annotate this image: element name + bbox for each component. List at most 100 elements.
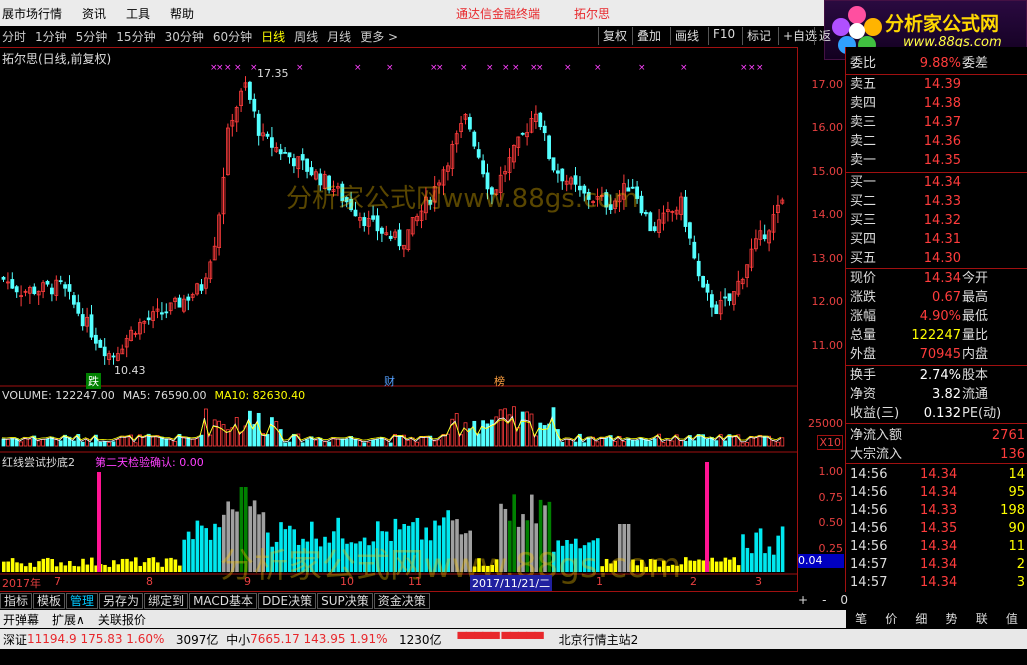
panel-tab-1[interactable]: 价	[885, 610, 897, 628]
buy-2: 买二 14.33	[846, 193, 1027, 211]
period-tab-8[interactable]: 月线	[327, 28, 351, 45]
indicator-tab-7[interactable]: SUP决策	[317, 593, 373, 609]
info-2-label: 涨幅	[850, 309, 877, 324]
period-tab-7[interactable]: 周线	[294, 28, 318, 45]
zoom-controls: + -0	[798, 593, 848, 607]
indicator-tab-8[interactable]: 资金决策	[373, 593, 430, 609]
reset-button[interactable]: 0	[840, 593, 848, 607]
tool-button-2[interactable]: 关联报价	[95, 611, 146, 628]
period-tab-4[interactable]: 30分钟	[165, 28, 204, 45]
sell-2: 卖二 14.36	[846, 133, 1027, 151]
panel-divider	[846, 172, 1027, 173]
panel-tab-5[interactable]: 值	[1006, 610, 1018, 628]
sell-3-value: 14.37	[923, 115, 961, 130]
info2-2: 收益(三) 0.132 PE(动)	[846, 405, 1027, 423]
info-1-label: 涨跌	[850, 290, 877, 305]
y-axis: 17.00 16.00 15.00 14.00 13.00 12.00 11.00 25000…	[798, 47, 846, 592]
vol-scale: X10	[817, 435, 843, 450]
price-tick-5: 12.00	[811, 295, 844, 308]
price-tick-4: 13.00	[811, 252, 844, 265]
info2-0-label: 换手	[850, 368, 877, 383]
x-label-7: 1	[596, 575, 603, 588]
mark-finance[interactable]: 财	[384, 373, 395, 389]
flow-1-label: 大宗流入	[850, 447, 903, 462]
mark-drop[interactable]: 跌	[86, 373, 101, 389]
tick-price: 14.34	[920, 467, 958, 482]
svg-text:×: ×	[536, 63, 544, 73]
wei-bi-label: 委比	[850, 56, 877, 71]
info2-1-extra: 流通	[962, 387, 989, 402]
tick-price: 14.34	[920, 539, 958, 554]
panel-divider	[846, 74, 1027, 75]
tick-volume: 90	[1008, 521, 1025, 536]
tick-time: 14:56	[850, 521, 888, 536]
info-4: 外盘 70945 内盘	[846, 346, 1027, 364]
indicator-header: 红线尝试抄底2 第二天检验确认: 0.00	[2, 456, 204, 469]
panel-tab-2[interactable]: 细	[915, 610, 927, 628]
info-4-label: 外盘	[850, 347, 877, 362]
period-tab-2[interactable]: 5分钟	[76, 28, 108, 45]
indicator-tab-1[interactable]: 模板	[33, 593, 66, 609]
indicator-tab-6[interactable]: DDE决策	[258, 593, 317, 609]
menu-item-1[interactable]: 资讯	[82, 5, 106, 22]
kline-chart-area[interactable]: × × × × × × × × × × × × × × × × × × × × × × × 拓尔思(日线,前复权) 17.3…	[0, 47, 798, 592]
panel-divider	[846, 463, 1027, 464]
indicator-tab-0[interactable]: 指标	[0, 593, 33, 609]
wei-bi-extra: 委差	[962, 56, 989, 71]
info-3-value: 122247	[911, 328, 961, 343]
mark-rank[interactable]: 榜	[494, 373, 505, 389]
period-tab-5[interactable]: 60分钟	[213, 28, 252, 45]
toolbar-button-1[interactable]: 叠加	[632, 27, 665, 45]
quote-panel: 委比 9.88% 委差 卖五 14.39 卖四 14.38 卖三 14.37 卖二 14.36 卖一 1…	[846, 47, 1027, 610]
ind-tick-0: 1.00	[818, 465, 844, 478]
toolbar-button-3[interactable]: F10	[708, 27, 739, 45]
info-0-extra: 今开	[962, 271, 989, 286]
buy-4-value: 14.31	[923, 232, 961, 247]
x-label-9: 3	[755, 575, 762, 588]
svg-text:×: ×	[740, 63, 748, 73]
toolbar-button-6[interactable]: 返	[814, 27, 835, 45]
toolbar-button-0[interactable]: 复权	[598, 27, 631, 45]
sell-4-label: 卖四	[850, 96, 877, 111]
panel-tabs: 笔价细 势联值	[846, 610, 1027, 628]
tick-row: 14:56 14.34 14	[846, 466, 1027, 484]
panel-tab-3[interactable]: 势	[946, 610, 958, 628]
info-0: 现价 14.34 今开	[846, 270, 1027, 288]
sell-2-value: 14.36	[923, 134, 961, 149]
period-tab-1[interactable]: 1分钟	[35, 28, 67, 45]
toolbar-button-2[interactable]: 画线	[670, 27, 703, 45]
panel-tab-0[interactable]: 笔	[855, 610, 867, 628]
indicator-tab-3[interactable]: 另存为	[99, 593, 144, 609]
period-tab-9[interactable]: 更多 >	[360, 28, 398, 45]
indicator-tab-2[interactable]: 管理	[66, 593, 99, 609]
svg-text:×: ×	[512, 63, 520, 73]
toolbar-button-4[interactable]: 标记	[742, 27, 775, 45]
svg-text:×: ×	[224, 63, 232, 73]
menu-item-2[interactable]: 工具	[126, 5, 150, 22]
tick-volume: 198	[1000, 503, 1025, 518]
zoom-in-button[interactable]: +	[798, 593, 808, 607]
svg-text:×: ×	[502, 63, 510, 73]
zoom-out-button[interactable]: -	[822, 593, 826, 607]
info-4-extra: 内盘	[962, 347, 989, 362]
svg-text:×: ×	[216, 63, 224, 73]
info2-0: 换手 2.74% 股本	[846, 367, 1027, 385]
panel-divider	[846, 268, 1027, 269]
svg-text:×: ×	[594, 63, 602, 73]
menu-item-0[interactable]: 展市场行情	[2, 5, 62, 22]
info-0-value: 14.34	[923, 271, 961, 286]
tick-time: 14:56	[850, 503, 888, 518]
indicator-tab-5[interactable]: MACD基本	[189, 593, 258, 609]
tool-button-1[interactable]: 扩展∧	[49, 611, 85, 628]
period-tab-3[interactable]: 15分钟	[116, 28, 155, 45]
tool-button-0[interactable]: 开弹幕	[0, 611, 39, 628]
period-tab-0[interactable]: 分时	[2, 28, 26, 45]
x-label-3: 9	[244, 575, 251, 588]
panel-tab-4[interactable]: 联	[976, 610, 988, 628]
tick-price: 14.34	[920, 575, 958, 590]
period-tab-6[interactable]: 日线	[261, 28, 285, 45]
menu-item-3[interactable]: 帮助	[170, 5, 194, 22]
tick-price: 14.33	[920, 503, 958, 518]
buy-3-label: 买三	[850, 213, 877, 228]
indicator-tab-4[interactable]: 绑定到	[144, 593, 189, 609]
